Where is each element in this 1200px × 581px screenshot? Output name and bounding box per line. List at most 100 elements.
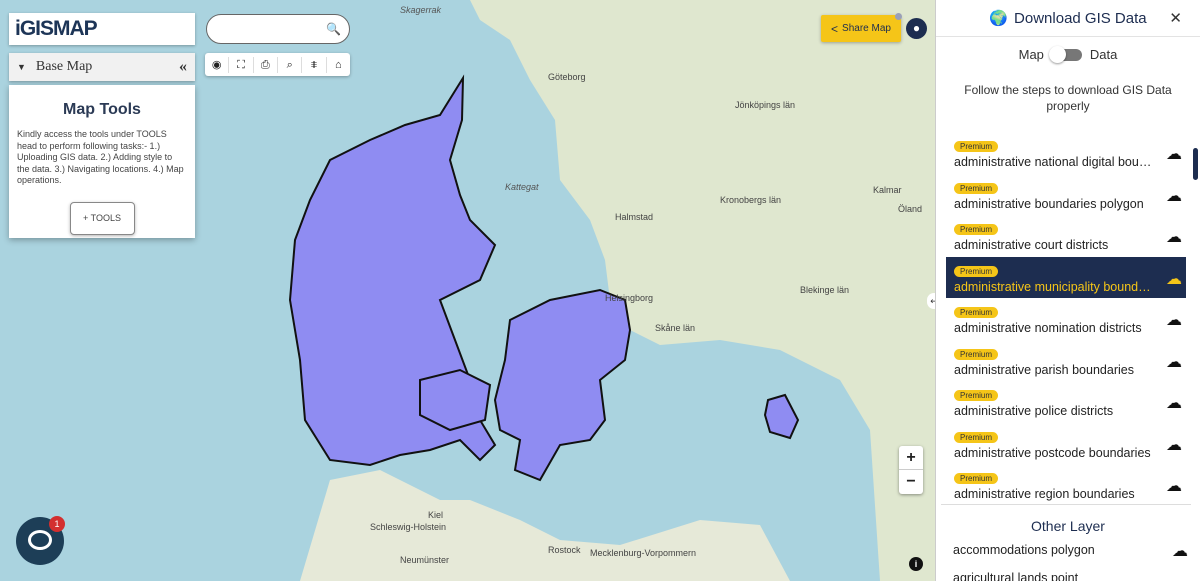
collapse-icon[interactable]: «: [179, 58, 187, 76]
base-map-toggle[interactable]: ▼ Base Map «: [9, 53, 195, 81]
map-tools-text: Kindly access the tools under TOOLS head…: [17, 129, 184, 185]
map-label: Skåne län: [655, 323, 696, 333]
premium-badge: Premium: [954, 473, 999, 484]
map-label: Mecklenburg-Vorpommern: [590, 548, 697, 558]
steps-text: Follow the steps to download GIS Data pr…: [964, 83, 1172, 113]
cloud-download-icon[interactable]: ☁: [1166, 144, 1182, 164]
cloud-download-icon[interactable]: ☁: [1166, 227, 1182, 247]
map-tools-title: Map Tools: [63, 101, 141, 118]
chat-badge: 1: [49, 516, 65, 532]
toggle-left-label: Map: [1018, 47, 1044, 62]
list-item[interactable]: Premium administrative court districts ☁: [946, 215, 1186, 257]
denmark-funen: [419, 368, 492, 432]
status-dot: [895, 13, 902, 20]
map-toolbar: ◉ ⛶ ⎙ ⌕ ⩨ ⌂: [205, 53, 350, 76]
list-item[interactable]: Premium administrative national digital b…: [946, 132, 1186, 174]
zoom-control: + −: [899, 446, 923, 494]
list-item[interactable]: Premium administrative region boundaries ☁: [946, 464, 1186, 506]
cloud-download-icon[interactable]: ☁: [1166, 435, 1182, 455]
map-label: Helsingborg: [605, 293, 654, 303]
logo: iGISMAP: [15, 17, 98, 40]
print-icon[interactable]: ⎙: [254, 56, 278, 73]
layer-name: accommodations polygon: [953, 543, 1095, 557]
locate-icon[interactable]: ◉: [205, 56, 230, 73]
list-item[interactable]: accommodations polygon ☁: [953, 543, 1188, 560]
divider: [941, 504, 1191, 505]
layer-name: administrative nomination districts: [954, 321, 1142, 335]
map-tools-card: Map Tools Kindly access the tools under …: [9, 85, 195, 238]
list-item[interactable]: Premium administrative municipality bound…: [946, 256, 1186, 298]
map-label: Jönköpings län: [735, 100, 796, 110]
premium-badge: Premium: [954, 390, 999, 401]
caret-down-icon: ▼: [17, 62, 26, 72]
logo-box[interactable]: iGISMAP: [9, 13, 195, 45]
zoom-in-button[interactable]: +: [899, 446, 923, 470]
scrollbar[interactable]: [1193, 148, 1198, 180]
premium-badge: Premium: [954, 307, 999, 318]
fullscreen-icon[interactable]: ⛶: [229, 56, 254, 73]
map-label: Göteborg: [548, 72, 586, 82]
layer-name: agricultural lands point: [953, 571, 1079, 581]
map-label: Kalmar: [873, 185, 902, 195]
map-label: Rostock: [548, 545, 581, 555]
zoom-out-button[interactable]: −: [899, 470, 923, 494]
premium-badge: Premium: [954, 141, 999, 152]
cloud-download-icon[interactable]: ☁: [1166, 393, 1182, 413]
list-item[interactable]: agricultural lands point: [953, 571, 1188, 581]
other-layer-title: Other Layer: [1031, 518, 1105, 534]
premium-badge: Premium: [954, 224, 999, 235]
list-item[interactable]: Premium administrative boundaries polygon…: [946, 174, 1186, 216]
cloud-download-icon[interactable]: ☁: [1166, 269, 1182, 289]
cloud-download-icon[interactable]: ☁: [1166, 310, 1182, 330]
search-input[interactable]: 🔍: [206, 14, 350, 44]
layer-name: administrative court districts: [954, 238, 1109, 252]
cloud-download-icon[interactable]: ☁: [1166, 476, 1182, 496]
base-map-label: Base Map: [35, 59, 93, 74]
toggle-switch[interactable]: [1048, 45, 1082, 63]
toggle-right-label: Data: [1089, 47, 1118, 62]
map-label: Neumünster: [400, 555, 450, 565]
search-icon[interactable]: 🔍: [326, 22, 341, 36]
info-icon[interactable]: i: [909, 557, 923, 571]
layer-name: administrative region boundaries: [954, 487, 1135, 501]
list-item[interactable]: Premium administrative parish boundaries ☁: [946, 340, 1186, 382]
map-label: Blekinge län: [800, 285, 850, 295]
chat-button[interactable]: 1: [16, 516, 65, 565]
chat-icon: [28, 530, 52, 550]
layer-list: Premium administrative national digital b…: [946, 132, 1186, 506]
premium-badge: Premium: [954, 431, 999, 443]
close-icon[interactable]: ✕: [1169, 9, 1182, 27]
map-label: Kronobergs län: [720, 195, 782, 205]
cloud-download-icon[interactable]: ☁: [1166, 186, 1182, 206]
map-label: Schleswig-Holstein: [370, 522, 447, 532]
map-label: Halmstad: [615, 212, 654, 222]
premium-badge: Premium: [954, 182, 999, 194]
download-panel: 🌍 Download GIS Data ✕ Map Data Follow th…: [935, 0, 1200, 581]
map-label: Kiel: [428, 510, 444, 520]
map-data-toggle[interactable]: Map Data: [936, 45, 1200, 63]
map-label: Öland: [898, 204, 923, 214]
user-avatar-icon[interactable]: ●: [906, 18, 927, 39]
zoom-search-icon[interactable]: ⌕: [278, 56, 303, 73]
share-map-button[interactable]: < Share Map: [821, 15, 901, 42]
list-item[interactable]: Premium administrative postcode boundarie…: [946, 423, 1186, 465]
measure-icon[interactable]: ⩨: [302, 56, 327, 73]
layer-name: administrative boundaries polygon: [954, 196, 1144, 211]
share-icon: <: [831, 21, 839, 36]
panel-title: Download GIS Data: [1014, 9, 1147, 27]
panel-header: 🌍 Download GIS Data ✕: [936, 0, 1200, 37]
cloud-download-icon[interactable]: ☁: [1166, 352, 1182, 372]
cloud-download-icon[interactable]: ☁: [1172, 541, 1188, 561]
layer-name: administrative postcode boundaries: [954, 445, 1151, 460]
share-label: Share Map: [842, 23, 891, 34]
tools-button[interactable]: + TOOLS: [69, 201, 135, 235]
layer-name: administrative police districts: [954, 404, 1114, 418]
map-label: Kattegat: [505, 182, 539, 192]
premium-badge: Premium: [954, 348, 999, 360]
list-item[interactable]: Premium administrative nomination distric…: [946, 298, 1186, 340]
home-icon[interactable]: ⌂: [327, 57, 350, 73]
globe-icon: 🌍: [989, 10, 1009, 27]
premium-badge: Premium: [954, 265, 999, 277]
layer-name: administrative municipality boundaries: [954, 279, 1154, 294]
list-item[interactable]: Premium administrative police districts ☁: [946, 381, 1186, 423]
